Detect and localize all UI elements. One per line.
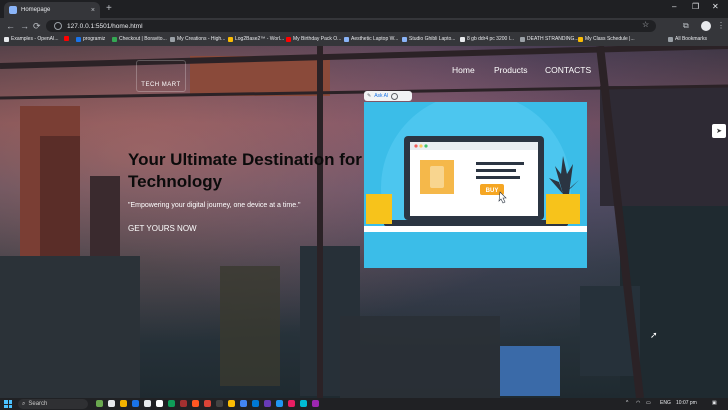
bookmark-item[interactable]: DEATH STRANDING...: [520, 36, 579, 42]
bookmark-item[interactable]: Studio Ghibli Lapto...: [402, 36, 455, 42]
nav-contacts[interactable]: CONTACTS: [545, 65, 591, 75]
taskbar-search[interactable]: ⌕ Search: [18, 399, 88, 409]
back-button[interactable]: ←: [6, 20, 15, 32]
tray-chevron-icon[interactable]: ^: [626, 400, 628, 406]
tab-title: Homepage: [21, 7, 51, 13]
bookmark-item[interactable]: Checkout | Boravito...: [112, 36, 167, 42]
reload-button[interactable]: ⟳: [33, 20, 41, 32]
folder-icon: [668, 36, 673, 42]
ghibli-icon: [402, 36, 407, 42]
profile-avatar[interactable]: [701, 21, 711, 31]
bookmark-item[interactable]: My Creations - High...: [170, 36, 225, 42]
url-text: 127.0.0.1:5501/home.html: [67, 22, 143, 30]
minimize-button[interactable]: –: [672, 2, 676, 11]
clock[interactable]: 10:07 pm: [676, 400, 697, 406]
site-info-icon[interactable]: [54, 22, 62, 30]
creations-icon: [170, 36, 175, 42]
more-icon[interactable]: [391, 92, 399, 100]
app-icon[interactable]: [168, 400, 175, 407]
openai-icon: [4, 36, 9, 42]
pen-icon[interactable]: ✎: [367, 93, 371, 99]
bookmark-item[interactable]: Log2Base2™ - Worl...: [228, 36, 284, 42]
app-icon[interactable]: [132, 400, 139, 407]
logo-text: TECH MART: [141, 82, 181, 88]
app-icon[interactable]: [192, 400, 199, 407]
log2base2-icon: [228, 36, 233, 42]
app-icon[interactable]: [144, 400, 151, 407]
bookmark-item[interactable]: programiz: [76, 36, 105, 42]
tab-homepage[interactable]: Homepage ×: [4, 2, 100, 18]
menu-icon[interactable]: ⋮: [717, 20, 725, 32]
windows-start-icon[interactable]: [4, 400, 12, 408]
battery-icon[interactable]: ▭: [646, 400, 651, 406]
programiz-icon: [76, 36, 81, 42]
app-icon[interactable]: [276, 400, 283, 407]
bookmark-item[interactable]: My Class Schedule |...: [578, 36, 635, 42]
globe-icon: [9, 6, 17, 14]
maximize-button[interactable]: ❐: [692, 2, 699, 11]
app-icon[interactable]: [264, 400, 271, 407]
get-yours-now-button[interactable]: GET YOURS NOW: [128, 224, 197, 233]
bookmark-item[interactable]: Examples - OpenAI...: [4, 36, 59, 42]
youtube-icon: [286, 36, 291, 42]
ask-ai-toolbar[interactable]: ✎ Ask AI: [364, 91, 412, 101]
ask-ai-button[interactable]: Ask AI: [374, 93, 388, 99]
app-icon[interactable]: [180, 400, 187, 407]
forward-button[interactable]: →: [20, 20, 29, 32]
app-icon[interactable]: [156, 400, 163, 407]
tab-strip: Homepage × + – ❐ ✕: [0, 0, 728, 18]
app-icon[interactable]: [300, 400, 307, 407]
site-logo[interactable]: TECH MART: [136, 60, 186, 92]
new-tab-button[interactable]: +: [106, 3, 112, 15]
nav-products[interactable]: Products: [494, 65, 528, 75]
app-icon[interactable]: [312, 400, 319, 407]
notification-icon[interactable]: ▣: [712, 400, 717, 406]
laptop-wallpaper-icon: [344, 36, 349, 42]
hero-title: Your Ultimate Destination for Technology: [128, 150, 362, 191]
app-icon[interactable]: [228, 400, 235, 407]
task-view-icon[interactable]: [108, 400, 115, 407]
send-icon[interactable]: ➤: [712, 124, 726, 138]
youtube-icon: [64, 36, 69, 41]
death-stranding-icon: [520, 36, 525, 42]
page-viewport: TECH MART Home Products CONTACTS Your Ul…: [0, 46, 728, 398]
all-bookmarks[interactable]: All Bookmarks: [668, 36, 707, 42]
app-icon[interactable]: [216, 400, 223, 407]
nav-home[interactable]: Home: [452, 65, 475, 75]
bookmark-item[interactable]: [64, 36, 71, 41]
search-label: Search: [28, 401, 48, 407]
buy-button-label: BUY: [486, 188, 499, 194]
bookmark-item[interactable]: My Birthday Pack O...: [286, 36, 341, 42]
chrome-icon[interactable]: [240, 400, 247, 407]
app-icon[interactable]: [288, 400, 295, 407]
vscode-icon[interactable]: [252, 400, 259, 407]
ram-icon: [460, 36, 465, 42]
bookmark-item[interactable]: Aesthetic Laptop W...: [344, 36, 398, 42]
app-icon[interactable]: [204, 400, 211, 407]
close-tab-icon[interactable]: ×: [91, 7, 95, 14]
browser-toolbar: ← → ⟳ 127.0.0.1:5501/home.html ☆ ⧉ ⋮: [0, 18, 728, 34]
language-indicator[interactable]: ENG: [660, 400, 671, 406]
app-icon[interactable]: [96, 400, 103, 407]
mouse-cursor-icon: ➚: [650, 330, 658, 340]
close-window-button[interactable]: ✕: [712, 2, 719, 11]
checkout-icon: [112, 36, 117, 42]
windows-taskbar: ⌕ Search ^ ◠ ▭ ENG 10:07 pm ▣: [0, 398, 728, 410]
search-icon: ⌕: [22, 400, 26, 407]
schedule-icon: [578, 36, 583, 42]
extensions-icon[interactable]: ⧉: [683, 20, 689, 32]
bookmark-star-icon[interactable]: ☆: [642, 20, 649, 29]
hero-laptop-illustration: BUY: [364, 102, 587, 268]
hero-subtitle: "Empowering your digital journey, one de…: [128, 202, 301, 209]
wifi-icon[interactable]: ◠: [636, 400, 640, 406]
address-bar[interactable]: 127.0.0.1:5501/home.html: [46, 20, 656, 32]
file-explorer-icon[interactable]: [120, 400, 127, 407]
bookmark-item[interactable]: 8 gb ddr4 pc 3200 l...: [460, 36, 514, 42]
